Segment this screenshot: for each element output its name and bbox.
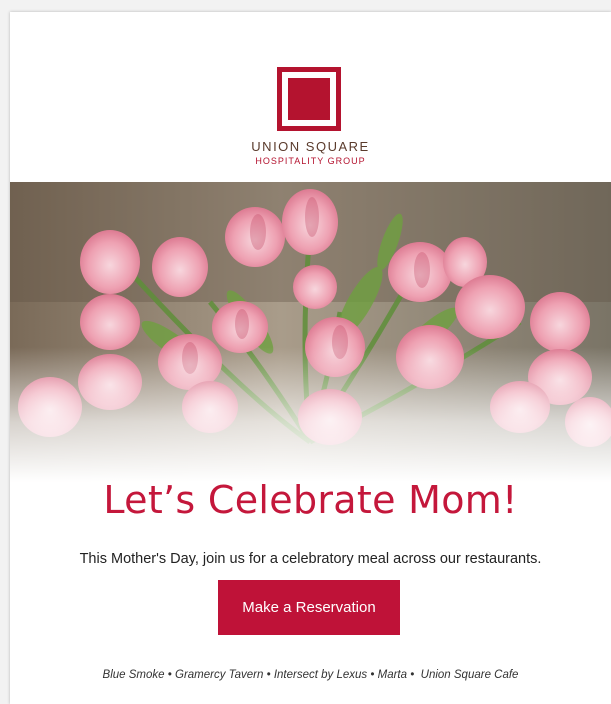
email-card: UNION SQUARE HOSPITALITY GROUP Let’s Cel… [10, 12, 611, 704]
make-reservation-button[interactable]: Make a Reservation [218, 580, 400, 635]
restaurant-link[interactable]: Intersect by Lexus [274, 669, 367, 681]
brand-name: UNION SQUARE [251, 139, 370, 154]
logo-header[interactable]: UNION SQUARE HOSPITALITY GROUP [10, 12, 611, 184]
brand-subname: HOSPITALITY GROUP [255, 156, 366, 166]
restaurant-list: Blue Smoke • Gramercy Tavern • Intersect… [10, 669, 611, 681]
headline: Let’s Celebrate Mom! [103, 478, 518, 522]
subheadline: This Mother's Day, join us for a celebra… [79, 551, 542, 567]
restaurant-link[interactable]: Blue Smoke [103, 669, 165, 681]
restaurant-link[interactable]: Gramercy Tavern [175, 669, 263, 681]
square-logo-icon [277, 67, 341, 131]
restaurant-link[interactable]: Union Square Cafe [421, 669, 519, 681]
hero-image-tulips [10, 182, 611, 482]
restaurant-link[interactable]: Marta [378, 669, 407, 681]
